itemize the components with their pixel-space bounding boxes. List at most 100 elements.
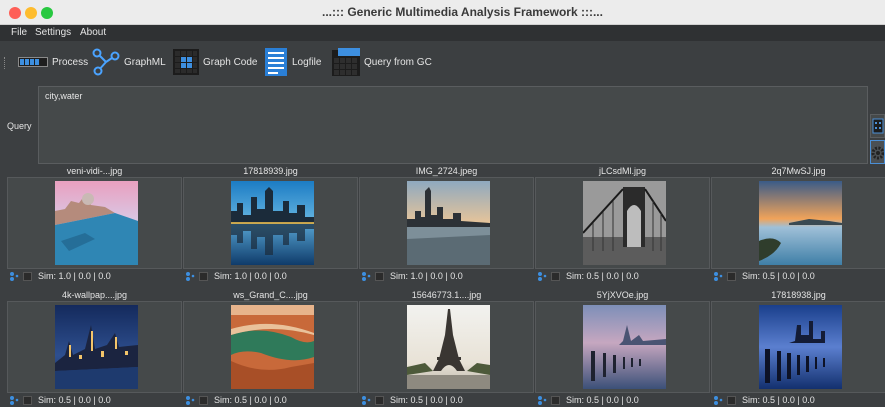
matrix-grid-icon [173, 49, 199, 75]
pin-icon[interactable] [9, 395, 19, 405]
result-image-panel [7, 177, 182, 269]
result-filename: 4k-wallpap....jpg [61, 290, 128, 300]
result-image-panel [7, 301, 182, 393]
toolbar-grip-handle[interactable] [4, 57, 6, 69]
menu-file[interactable]: File [11, 25, 27, 41]
result-tile[interactable]: 17818938.jpg Sim: 0.5 | 0.0 | 0.0 [711, 289, 885, 407]
similarity-text: Sim: 0.5 | 0.0 | 0.0 [38, 395, 111, 405]
window-title: ...::: Generic Multimedia Analysis Frame… [322, 5, 603, 19]
result-filename: ws_Grand_C....jpg [233, 290, 308, 300]
toolbar: Process GraphML Graph Code Logfile Query… [0, 41, 885, 83]
result-image-panel [535, 301, 710, 393]
result-footer: Sim: 0.5 | 0.0 | 0.0 [711, 394, 885, 406]
result-tile[interactable]: 17818939.jpg Sim: 1.0 | 0.0 | 0.0 [183, 165, 358, 285]
pin-icon[interactable] [185, 271, 195, 281]
pier-posts-dusk-photo[interactable] [583, 305, 666, 389]
result-footer: Sim: 1.0 | 0.0 | 0.0 [7, 270, 182, 282]
result-image-panel [183, 301, 358, 393]
result-tile[interactable]: veni-vidi-...jpg Sim: 1.0 | 0.0 | 0.0 [7, 165, 182, 285]
side-view-button[interactable] [870, 114, 885, 138]
result-filename: 17818938.jpg [771, 290, 826, 300]
logfile-button[interactable]: Logfile [264, 47, 321, 77]
pin-icon[interactable] [713, 395, 723, 405]
result-footer: Sim: 1.0 | 0.0 | 0.0 [359, 270, 534, 282]
result-tile[interactable]: jLCsdMl.jpg Sim: 0.5 | 0.0 | 0.0 [535, 165, 710, 285]
city-skyline-reflection-photo[interactable] [231, 181, 314, 265]
result-image-panel [359, 177, 534, 269]
query-from-gc-label: Query from GC [364, 56, 432, 68]
app-window: ...::: Generic Multimedia Analysis Frame… [0, 0, 885, 407]
result-image-panel [711, 177, 885, 269]
bridge-bw-photo[interactable] [583, 181, 666, 265]
graph-nodes-icon [92, 48, 120, 76]
progress-bar-icon [18, 57, 48, 67]
query-from-gc-button[interactable]: Query from GC [332, 47, 432, 77]
graphml-label: GraphML [124, 56, 166, 68]
logfile-label: Logfile [292, 56, 322, 68]
result-image-panel [183, 177, 358, 269]
select-checkbox[interactable] [551, 395, 560, 405]
pin-icon[interactable] [361, 271, 371, 281]
similarity-text: Sim: 1.0 | 0.0 | 0.0 [214, 271, 287, 281]
result-footer: Sim: 0.5 | 0.0 | 0.0 [183, 394, 358, 406]
select-checkbox[interactable] [551, 271, 560, 281]
similarity-text: Sim: 1.0 | 0.0 | 0.0 [38, 271, 111, 281]
result-footer: Sim: 0.5 | 0.0 | 0.0 [7, 394, 182, 406]
pin-icon[interactable] [9, 271, 19, 281]
result-footer: Sim: 0.5 | 0.0 | 0.0 [535, 270, 710, 282]
similarity-text: Sim: 0.5 | 0.0 | 0.0 [390, 395, 463, 405]
result-tile[interactable]: 4k-wallpap....jpg Sim: 0.5 | 0.0 | 0.0 [7, 289, 182, 407]
similarity-text: Sim: 0.5 | 0.0 | 0.0 [566, 271, 639, 281]
select-checkbox[interactable] [727, 395, 736, 405]
process-label: Process [52, 56, 89, 68]
pin-icon[interactable] [537, 395, 547, 405]
result-tile[interactable]: 5YjXVOe.jpg Sim: 0.5 | 0.0 | 0.0 [535, 289, 710, 407]
graph-code-label: Graph Code [203, 56, 258, 68]
similarity-text: Sim: 1.0 | 0.0 | 0.0 [390, 271, 463, 281]
select-checkbox[interactable] [375, 395, 384, 405]
graphml-button[interactable]: GraphML [92, 47, 166, 77]
result-filename: veni-vidi-...jpg [66, 166, 123, 176]
query-input[interactable]: city,water [38, 86, 868, 164]
results-grid: veni-vidi-...jpg Sim: 1.0 | 0.0 | 0.0 17… [7, 165, 885, 407]
eiffel-tower-photo[interactable] [407, 305, 490, 389]
result-footer: Sim: 0.5 | 0.0 | 0.0 [711, 270, 885, 282]
select-checkbox[interactable] [23, 271, 32, 281]
side-settings-button[interactable] [870, 140, 885, 164]
select-checkbox[interactable] [199, 271, 208, 281]
result-filename: 2q7MwSJ.jpg [771, 166, 826, 176]
result-footer: Sim: 1.0 | 0.0 | 0.0 [183, 270, 358, 282]
query-label: Query [7, 121, 32, 131]
venice-canal-photo[interactable] [55, 181, 138, 265]
result-filename: 5YjXVOe.jpg [596, 290, 649, 300]
pin-icon[interactable] [361, 395, 371, 405]
pin-icon[interactable] [537, 271, 547, 281]
menu-bar: File Settings About [0, 25, 885, 41]
result-tile[interactable]: 15646773.1....jpg Sim: 0.5 | 0.0 | 0.0 [359, 289, 534, 407]
pin-icon[interactable] [713, 271, 723, 281]
select-checkbox[interactable] [727, 271, 736, 281]
graph-code-button[interactable]: Graph Code [173, 47, 257, 77]
select-checkbox[interactable] [375, 271, 384, 281]
result-filename: IMG_2724.jpeg [415, 166, 478, 176]
process-button[interactable]: Process [18, 47, 88, 77]
result-filename: 15646773.1....jpg [411, 290, 482, 300]
result-filename: jLCsdMl.jpg [598, 166, 647, 176]
similarity-text: Sim: 0.5 | 0.0 | 0.0 [566, 395, 639, 405]
result-footer: Sim: 0.5 | 0.0 | 0.0 [535, 394, 710, 406]
bay-sunset-photo[interactable] [759, 181, 842, 265]
menu-settings[interactable]: Settings [35, 25, 71, 41]
select-checkbox[interactable] [23, 395, 32, 405]
calendar-grid-icon [332, 48, 360, 76]
result-tile[interactable]: 2q7MwSJ.jpg Sim: 0.5 | 0.0 | 0.0 [711, 165, 885, 285]
harbor-night-photo[interactable] [55, 305, 138, 389]
result-tile[interactable]: ws_Grand_C....jpg Sim: 0.5 | 0.0 | 0.0 [183, 289, 358, 407]
canyon-river-photo[interactable] [231, 305, 314, 389]
select-checkbox[interactable] [199, 395, 208, 405]
menu-about[interactable]: About [80, 25, 106, 41]
lakeside-skyline-photo[interactable] [407, 181, 490, 265]
pin-icon[interactable] [185, 395, 195, 405]
pier-posts-night-photo[interactable] [759, 305, 842, 389]
result-tile[interactable]: IMG_2724.jpeg Sim: 1.0 | 0.0 | 0.0 [359, 165, 534, 285]
gear-icon [871, 146, 885, 160]
